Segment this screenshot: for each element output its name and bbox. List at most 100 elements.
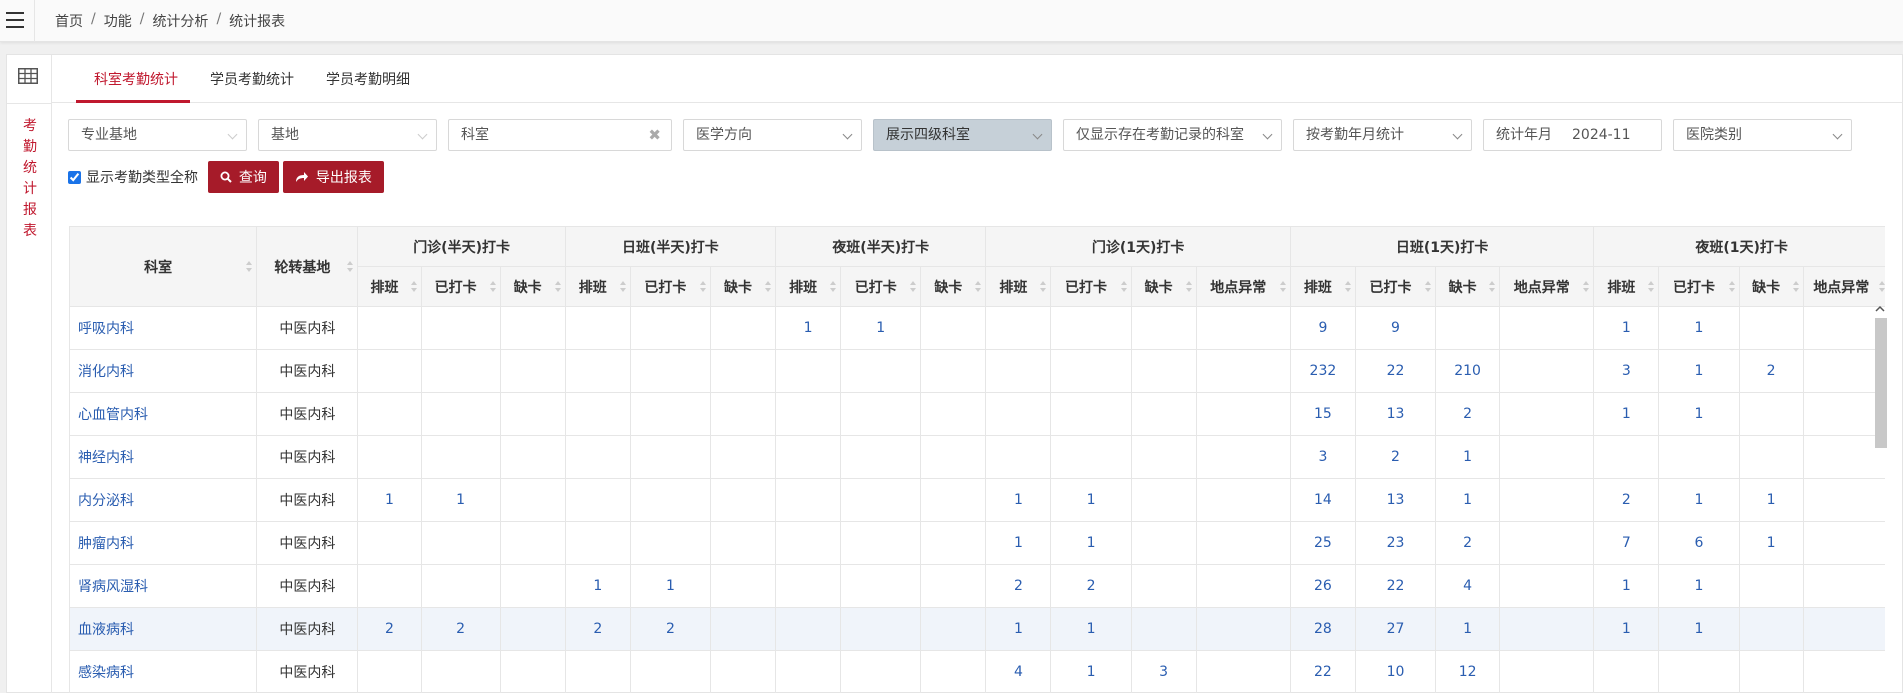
count-cell[interactable]: 1 bbox=[629, 564, 711, 608]
count-cell[interactable]: 2 bbox=[985, 564, 1052, 608]
dept-link[interactable]: 血液病科 bbox=[69, 607, 258, 651]
count-cell[interactable]: 9 bbox=[1354, 306, 1437, 350]
dept-link[interactable]: 肾病风湿科 bbox=[69, 564, 258, 608]
count-cell[interactable]: 1 bbox=[564, 564, 631, 608]
count-cell[interactable]: 27 bbox=[1354, 607, 1437, 651]
count-cell[interactable]: 3 bbox=[1289, 435, 1356, 479]
count-cell[interactable]: 2 bbox=[629, 607, 711, 651]
col-header-rotation-base[interactable]: 轮转基地 bbox=[256, 226, 359, 307]
table-row[interactable]: 感染病科 中医内科 4 1 3 22 10 12 bbox=[69, 650, 1885, 693]
export-report-button[interactable]: 导出报表 bbox=[283, 161, 384, 193]
count-cell[interactable]: 14 bbox=[1289, 478, 1356, 522]
table-grid-icon[interactable] bbox=[18, 68, 38, 84]
count-cell[interactable]: 1 bbox=[1435, 478, 1501, 522]
table-row[interactable]: 神经内科 中医内科 3 2 1 bbox=[69, 435, 1885, 479]
show-fullname-checkbox[interactable] bbox=[68, 170, 81, 184]
count-cell[interactable]: 1 bbox=[1658, 607, 1740, 651]
count-cell[interactable]: 25 bbox=[1289, 521, 1356, 565]
count-cell[interactable]: 13 bbox=[1354, 478, 1437, 522]
count-cell[interactable]: 1 bbox=[1658, 564, 1740, 608]
count-cell[interactable]: 1 bbox=[1593, 564, 1660, 608]
count-cell[interactable]: 3 bbox=[1593, 349, 1660, 393]
count-cell[interactable]: 28 bbox=[1289, 607, 1356, 651]
count-cell[interactable]: 2 bbox=[420, 607, 501, 651]
count-cell[interactable]: 1 bbox=[985, 478, 1052, 522]
col-header-5-1[interactable]: 已打卡 bbox=[1658, 266, 1740, 307]
col-header-2-1[interactable]: 已打卡 bbox=[840, 266, 922, 307]
show-fullname-checkbox-label[interactable]: 显示考勤类型全称 bbox=[68, 167, 198, 187]
count-cell[interactable]: 12 bbox=[1435, 650, 1501, 693]
count-cell[interactable]: 1 bbox=[1435, 607, 1501, 651]
count-cell[interactable]: 1 bbox=[1658, 392, 1740, 436]
count-cell[interactable]: 23 bbox=[1354, 521, 1437, 565]
count-cell[interactable]: 1 bbox=[1435, 435, 1501, 479]
count-cell[interactable]: 9 bbox=[1289, 306, 1356, 350]
col-header-department[interactable]: 科室 bbox=[69, 226, 258, 307]
dept-link[interactable]: 内分泌科 bbox=[69, 478, 258, 522]
scroll-up-icon[interactable] bbox=[1875, 304, 1885, 314]
col-header-2-2[interactable]: 缺卡 bbox=[920, 266, 987, 307]
count-cell[interactable]: 7 bbox=[1593, 521, 1660, 565]
count-cell[interactable]: 1 bbox=[1738, 478, 1804, 522]
table-scrollbar[interactable] bbox=[1875, 304, 1887, 693]
count-cell[interactable]: 1 bbox=[1658, 349, 1740, 393]
col-header-1-1[interactable]: 已打卡 bbox=[629, 266, 711, 307]
count-cell[interactable]: 2 bbox=[564, 607, 631, 651]
table-row[interactable]: 肾病风湿科 中医内科 1 1 2 2 26 22 4 1 1 bbox=[69, 564, 1885, 608]
year-month-input[interactable]: 统计年月 2024-11 bbox=[1483, 119, 1662, 151]
count-cell[interactable]: 1 bbox=[1738, 521, 1804, 565]
col-header-0-1[interactable]: 已打卡 bbox=[420, 266, 501, 307]
col-header-4-1[interactable]: 已打卡 bbox=[1354, 266, 1437, 307]
dept-link[interactable]: 心血管内科 bbox=[69, 392, 258, 436]
dept-link[interactable]: 神经内科 bbox=[69, 435, 258, 479]
dept-link[interactable]: 肿瘤内科 bbox=[69, 521, 258, 565]
table-row[interactable]: 内分泌科 中医内科 1 1 1 1 14 13 1 2 1 1 bbox=[69, 478, 1885, 522]
col-header-4-0[interactable]: 排班 bbox=[1289, 266, 1356, 307]
col-header-4-2[interactable]: 缺卡 bbox=[1435, 266, 1501, 307]
col-header-3-3[interactable]: 地点异常 bbox=[1195, 266, 1291, 307]
count-cell[interactable]: 1 bbox=[1050, 521, 1132, 565]
count-cell[interactable]: 2 bbox=[1435, 392, 1501, 436]
tab-dept-attendance[interactable]: 科室考勤统计 bbox=[94, 69, 178, 89]
dept-link[interactable]: 感染病科 bbox=[69, 650, 258, 693]
count-cell[interactable]: 6 bbox=[1658, 521, 1740, 565]
table-row[interactable]: 呼吸内科 中医内科 1 1 9 9 1 1 bbox=[69, 306, 1885, 350]
count-cell[interactable]: 1 bbox=[1050, 650, 1132, 693]
col-header-3-1[interactable]: 已打卡 bbox=[1050, 266, 1132, 307]
count-cell[interactable]: 1 bbox=[1658, 306, 1740, 350]
count-cell[interactable]: 2 bbox=[357, 607, 422, 651]
count-cell[interactable]: 22 bbox=[1354, 349, 1437, 393]
medical-direction-select[interactable]: 医学方向 bbox=[683, 119, 862, 151]
count-cell[interactable]: 1 bbox=[840, 306, 922, 350]
count-cell[interactable]: 15 bbox=[1289, 392, 1356, 436]
count-cell[interactable]: 1 bbox=[1658, 478, 1740, 522]
breadcrumb-statistics[interactable]: 统计分析 bbox=[152, 11, 208, 31]
tab-student-detail[interactable]: 学员考勤明细 bbox=[326, 69, 410, 89]
count-cell[interactable]: 1 bbox=[1050, 478, 1132, 522]
breadcrumb-function[interactable]: 功能 bbox=[104, 11, 132, 31]
count-cell[interactable]: 1 bbox=[420, 478, 501, 522]
count-cell[interactable]: 210 bbox=[1435, 349, 1501, 393]
table-row[interactable]: 肿瘤内科 中医内科 1 1 25 23 2 7 6 1 bbox=[69, 521, 1885, 565]
col-header-5-0[interactable]: 排班 bbox=[1593, 266, 1660, 307]
count-cell[interactable]: 1 bbox=[1593, 306, 1660, 350]
count-cell[interactable]: 2 bbox=[1738, 349, 1804, 393]
count-cell[interactable]: 1 bbox=[1593, 607, 1660, 651]
base-select[interactable]: 基地 bbox=[258, 119, 437, 151]
clear-icon[interactable]: ✖ bbox=[648, 120, 661, 150]
col-header-3-2[interactable]: 缺卡 bbox=[1130, 266, 1197, 307]
col-header-0-2[interactable]: 缺卡 bbox=[499, 266, 566, 307]
count-cell[interactable]: 1 bbox=[985, 521, 1052, 565]
count-cell[interactable]: 10 bbox=[1354, 650, 1437, 693]
hospital-type-select[interactable]: 医院类别 bbox=[1673, 119, 1852, 151]
count-cell[interactable]: 1 bbox=[1593, 392, 1660, 436]
table-row[interactable]: 血液病科 中医内科 2 2 2 2 1 1 28 27 1 1 1 bbox=[69, 607, 1885, 651]
attendance-record-select[interactable]: 仅显示存在考勤记录的科室 bbox=[1063, 119, 1282, 151]
count-cell[interactable]: 1 bbox=[357, 478, 422, 522]
col-header-1-2[interactable]: 缺卡 bbox=[709, 266, 777, 307]
table-row[interactable]: 消化内科 中医内科 232 22 210 3 1 2 bbox=[69, 349, 1885, 393]
menu-icon[interactable] bbox=[6, 12, 24, 28]
count-cell[interactable]: 3 bbox=[1130, 650, 1197, 693]
col-header-4-3[interactable]: 地点异常 bbox=[1499, 266, 1595, 307]
count-cell[interactable]: 4 bbox=[1435, 564, 1501, 608]
